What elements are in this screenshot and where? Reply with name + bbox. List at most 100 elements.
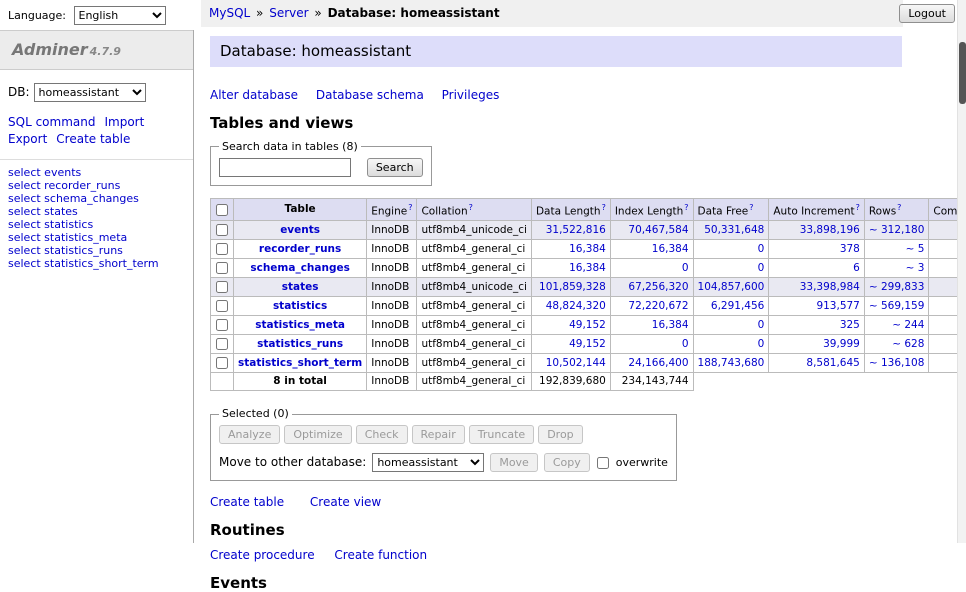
search-button[interactable]: Search — [367, 158, 423, 177]
table-select-link[interactable]: select states — [8, 205, 78, 218]
vertical-scrollbar[interactable] — [957, 0, 966, 543]
database-schema-link[interactable]: Database schema — [316, 88, 424, 102]
create-table-sidebar-link[interactable]: Create table — [56, 132, 130, 146]
help-link[interactable]: ? — [408, 203, 412, 212]
move-db-select[interactable]: homeassistant — [372, 453, 484, 472]
row-checkbox[interactable] — [216, 357, 228, 369]
table-link[interactable]: events — [280, 224, 320, 236]
row-checkbox[interactable] — [216, 262, 228, 274]
data-length-link[interactable]: 10,502,144 — [546, 357, 606, 369]
optimize-button[interactable]: Optimize — [284, 425, 351, 444]
auto-increment-link[interactable]: 33,398,984 — [800, 281, 860, 293]
auto-increment-link[interactable]: 6 — [853, 262, 860, 274]
import-link[interactable]: Import — [104, 115, 144, 129]
index-length-link[interactable]: 16,384 — [652, 243, 689, 255]
alter-database-link[interactable]: Alter database — [210, 88, 298, 102]
create-view-link[interactable]: Create view — [310, 495, 381, 509]
data-length-link[interactable]: 49,152 — [569, 319, 606, 331]
data-length-link[interactable]: 48,824,320 — [546, 300, 606, 312]
table-link[interactable]: recorder_runs — [259, 243, 341, 255]
table-link[interactable]: states — [282, 281, 319, 293]
table-select-link[interactable]: select statistics_meta — [8, 231, 127, 244]
rows-link[interactable]: ~ 136,108 — [869, 357, 925, 369]
rows-link[interactable]: ~ 5 — [906, 243, 925, 255]
index-length-link[interactable]: 72,220,672 — [628, 300, 688, 312]
create-table-link[interactable]: Create table — [210, 495, 284, 509]
data-length-link[interactable]: 101,859,328 — [539, 281, 606, 293]
rows-link[interactable]: ~ 3 — [906, 262, 925, 274]
repair-button[interactable]: Repair — [412, 425, 465, 444]
analyze-button[interactable]: Analyze — [219, 425, 280, 444]
table-link[interactable]: statistics — [273, 300, 327, 312]
sql-command-link[interactable]: SQL command — [8, 115, 95, 129]
data-free-link[interactable]: 104,857,600 — [698, 281, 765, 293]
data-length-link[interactable]: 49,152 — [569, 338, 606, 350]
data-free-link[interactable]: 188,743,680 — [698, 357, 765, 369]
help-link[interactable]: ? — [469, 203, 473, 212]
breadcrumb-mysql-link[interactable]: MySQL — [209, 6, 250, 20]
table-select-link[interactable]: select statistics_runs — [8, 244, 123, 257]
index-length-link[interactable]: 70,467,584 — [628, 224, 688, 236]
help-link[interactable]: ? — [749, 203, 753, 212]
auto-increment-link[interactable]: 378 — [840, 243, 860, 255]
table-select-link[interactable]: select schema_changes — [8, 192, 139, 205]
data-free-link[interactable]: 0 — [758, 243, 765, 255]
rows-link[interactable]: ~ 299,833 — [869, 281, 925, 293]
auto-increment-link[interactable]: 33,898,196 — [800, 224, 860, 236]
rows-link[interactable]: ~ 569,159 — [869, 300, 925, 312]
help-link[interactable]: ? — [684, 203, 688, 212]
auto-increment-link[interactable]: 325 — [840, 319, 860, 331]
privileges-link[interactable]: Privileges — [442, 88, 500, 102]
help-link[interactable]: ? — [897, 203, 901, 212]
table-select-link[interactable]: select recorder_runs — [8, 179, 120, 192]
row-checkbox[interactable] — [216, 281, 228, 293]
export-link[interactable]: Export — [8, 132, 47, 146]
table-link[interactable]: statistics_meta — [255, 319, 345, 331]
select-all-checkbox[interactable] — [216, 204, 228, 216]
help-link[interactable]: ? — [602, 203, 606, 212]
row-checkbox[interactable] — [216, 338, 228, 350]
breadcrumb-server-link[interactable]: Server — [269, 6, 308, 20]
language-select[interactable]: English — [74, 6, 166, 25]
data-free-link[interactable]: 0 — [758, 319, 765, 331]
index-length-link[interactable]: 16,384 — [652, 319, 689, 331]
copy-button[interactable]: Copy — [544, 453, 590, 472]
auto-increment-link[interactable]: 913,577 — [816, 300, 859, 312]
data-free-link[interactable]: 6,291,456 — [711, 300, 764, 312]
overwrite-checkbox[interactable] — [597, 457, 609, 469]
row-checkbox[interactable] — [216, 224, 228, 236]
db-select[interactable]: homeassistant — [34, 83, 146, 102]
auto-increment-link[interactable]: 8,581,645 — [806, 357, 859, 369]
data-free-link[interactable]: 50,331,648 — [704, 224, 764, 236]
table-select-link[interactable]: select statistics — [8, 218, 93, 231]
create-procedure-link[interactable]: Create procedure — [210, 548, 315, 562]
index-length-link[interactable]: 67,256,320 — [628, 281, 688, 293]
table-select-link[interactable]: select statistics_short_term — [8, 257, 159, 270]
overwrite-label[interactable]: overwrite — [616, 456, 668, 470]
truncate-button[interactable]: Truncate — [469, 425, 534, 444]
rows-link[interactable]: ~ 244 — [892, 319, 924, 331]
table-link[interactable]: statistics_runs — [257, 338, 343, 350]
rows-link[interactable]: ~ 312,180 — [869, 224, 925, 236]
table-link[interactable]: schema_changes — [250, 262, 350, 274]
adminer-logo-link[interactable]: Adminer4.7.9 — [12, 40, 121, 59]
row-checkbox[interactable] — [216, 300, 228, 312]
row-checkbox[interactable] — [216, 243, 228, 255]
index-length-link[interactable]: 24,166,400 — [628, 357, 688, 369]
move-button[interactable]: Move — [490, 453, 538, 472]
help-link[interactable]: ? — [856, 203, 860, 212]
data-length-link[interactable]: 16,384 — [569, 262, 606, 274]
table-link[interactable]: statistics_short_term — [238, 357, 362, 369]
table-select-link[interactable]: select events — [8, 166, 81, 179]
data-free-link[interactable]: 0 — [758, 262, 765, 274]
logout-button[interactable]: Logout — [899, 4, 955, 23]
rows-link[interactable]: ~ 628 — [892, 338, 924, 350]
scrollbar-thumb[interactable] — [959, 42, 966, 104]
create-function-link[interactable]: Create function — [334, 548, 427, 562]
search-input[interactable] — [219, 158, 351, 177]
data-free-link[interactable]: 0 — [758, 338, 765, 350]
check-button[interactable]: Check — [356, 425, 408, 444]
data-length-link[interactable]: 16,384 — [569, 243, 606, 255]
drop-button[interactable]: Drop — [538, 425, 582, 444]
auto-increment-link[interactable]: 39,999 — [823, 338, 860, 350]
